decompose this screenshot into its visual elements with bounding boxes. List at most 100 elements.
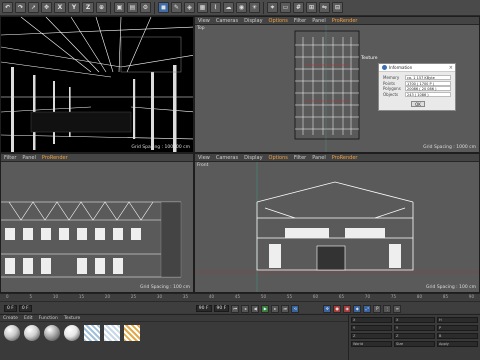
close-icon[interactable]: × bbox=[449, 65, 453, 71]
menu-view[interactable]: View bbox=[198, 18, 210, 24]
menu-filter[interactable]: Filter bbox=[294, 155, 306, 161]
go-to-end-icon[interactable]: ⏭ bbox=[281, 304, 290, 313]
menu-texture[interactable]: Texture bbox=[64, 316, 80, 321]
right-viewport[interactable]: Grid Spacing : 100 cm bbox=[1, 162, 193, 292]
material-swatch[interactable] bbox=[23, 325, 40, 342]
info-key: Polygons bbox=[383, 86, 401, 92]
render-picture-viewer-icon[interactable]: ▤ bbox=[127, 2, 138, 13]
front-viewport[interactable]: Front Grid Spacing : 100 cm bbox=[195, 162, 479, 292]
next-key-icon[interactable]: ▸ bbox=[271, 304, 280, 313]
size-dropdown[interactable]: Size bbox=[394, 341, 435, 347]
move-icon[interactable]: ✥ bbox=[41, 2, 52, 13]
rotation-p-field[interactable]: P bbox=[437, 325, 478, 331]
menu-prorender[interactable]: ProRender bbox=[332, 18, 358, 24]
go-to-start-icon[interactable]: ⏮ bbox=[231, 304, 240, 313]
size-z-field[interactable]: Z bbox=[394, 333, 435, 339]
size-y-field[interactable]: Y bbox=[394, 325, 435, 331]
menu-filter[interactable]: Filter bbox=[4, 155, 16, 161]
undo-icon[interactable]: ↶ bbox=[2, 2, 13, 13]
position-y-field[interactable]: Y bbox=[351, 325, 392, 331]
menu-function[interactable]: Function bbox=[39, 316, 58, 321]
menu-panel[interactable]: Panel bbox=[312, 18, 326, 24]
current-frame-field[interactable]: 0 F bbox=[4, 305, 17, 312]
warehouse-perspective-render bbox=[1, 17, 193, 152]
timeline-tick-label: 45 bbox=[234, 294, 240, 299]
material-swatch[interactable] bbox=[103, 325, 120, 342]
keyframe-selection-icon[interactable]: ◆ bbox=[353, 304, 362, 313]
axis-y-button[interactable]: Y bbox=[68, 2, 80, 13]
position-z-field[interactable]: Z bbox=[351, 333, 392, 339]
material-swatch[interactable] bbox=[3, 325, 20, 342]
parameter-key-icon[interactable]: P bbox=[373, 304, 382, 313]
position-x-field[interactable]: X bbox=[351, 317, 392, 323]
material-swatch[interactable] bbox=[83, 325, 100, 342]
apply-button[interactable]: Apply bbox=[437, 341, 478, 347]
camera-icon[interactable]: ◉ bbox=[236, 2, 247, 13]
start-frame-field[interactable]: 0 F bbox=[18, 305, 32, 312]
menu-options[interactable]: Options bbox=[269, 155, 288, 161]
world-dropdown[interactable]: World bbox=[351, 341, 392, 347]
material-swatch[interactable] bbox=[43, 325, 60, 342]
pen-icon[interactable]: ✎ bbox=[171, 2, 182, 13]
array-icon[interactable]: ▦ bbox=[197, 2, 208, 13]
menu-create[interactable]: Create bbox=[3, 316, 18, 321]
timeline-tick-label: 30 bbox=[156, 294, 162, 299]
subdivision-icon[interactable]: ◈ bbox=[184, 2, 195, 13]
menu-panel[interactable]: Panel bbox=[312, 155, 326, 161]
coord-row: XXH bbox=[351, 317, 478, 323]
menu-cameras[interactable]: Cameras bbox=[216, 155, 238, 161]
menu-options[interactable]: Options bbox=[269, 18, 288, 24]
coordinate-system-icon[interactable]: ⊕ bbox=[96, 2, 107, 13]
render-settings-icon[interactable]: ⚙ bbox=[140, 2, 151, 13]
menu-prorender[interactable]: ProRender bbox=[42, 155, 68, 161]
cube-icon[interactable]: ◼ bbox=[158, 2, 169, 13]
point-level-icon[interactable]: ⋮ bbox=[383, 304, 392, 313]
redo-icon[interactable]: ↷ bbox=[15, 2, 26, 13]
menu-panel[interactable]: Panel bbox=[22, 155, 36, 161]
autokey-icon[interactable]: ◉ bbox=[343, 304, 352, 313]
perspective-viewport[interactable]: Grid Spacing : 100000 cm bbox=[1, 17, 193, 152]
snap-icon[interactable]: ⌖ bbox=[267, 2, 278, 13]
timeline-ruler[interactable]: 0 5 10 15 20 25 30 35 40 45 50 55 60 65 70 75 80 85 90 bbox=[0, 294, 480, 302]
menu-display[interactable]: Display bbox=[244, 18, 262, 24]
play-back-icon[interactable]: ◀ bbox=[251, 304, 260, 313]
environment-icon[interactable]: ☁ bbox=[223, 2, 234, 13]
menu-prorender[interactable]: ProRender bbox=[332, 155, 358, 161]
axis-z-button[interactable]: Z bbox=[82, 2, 94, 13]
end-frame-field[interactable]: 90 F bbox=[195, 305, 212, 312]
ok-button[interactable]: OK bbox=[411, 101, 425, 107]
mirror-icon[interactable]: ⇋ bbox=[319, 2, 330, 13]
layout-icon[interactable]: ⊟ bbox=[332, 2, 343, 13]
frame-field[interactable]: 90 F bbox=[213, 305, 230, 312]
scale-key-icon[interactable]: ⤢ bbox=[363, 304, 372, 313]
size-x-field[interactable]: X bbox=[394, 317, 435, 323]
menu-filter[interactable]: Filter bbox=[294, 18, 306, 24]
timeline-menu-icon[interactable]: ≡ bbox=[393, 304, 402, 313]
rotation-h-field[interactable]: H bbox=[437, 317, 478, 323]
select-icon[interactable]: ➚ bbox=[28, 2, 39, 13]
menu-view[interactable]: View bbox=[198, 155, 210, 161]
material-swatch[interactable] bbox=[123, 325, 140, 342]
locked-workplane-icon[interactable]: ⊞ bbox=[306, 2, 317, 13]
workplane-icon[interactable]: ▭ bbox=[280, 2, 291, 13]
timeline-tick-label: 20 bbox=[104, 294, 110, 299]
info-row: Memory ca. 1 157 KByte bbox=[379, 75, 455, 81]
previous-key-icon[interactable]: ◂ bbox=[241, 304, 250, 313]
menu-display[interactable]: Display bbox=[244, 155, 262, 161]
loop-icon[interactable]: ⟲ bbox=[291, 304, 300, 313]
timeline: 0 5 10 15 20 25 30 35 40 45 50 55 60 65 70 75 80 85 90 0 F… bbox=[0, 293, 480, 313]
record-icon[interactable]: ● bbox=[333, 304, 342, 313]
deformer-icon[interactable]: ⌇ bbox=[210, 2, 221, 13]
light-icon[interactable]: ☀ bbox=[249, 2, 260, 13]
rotation-b-field[interactable]: B bbox=[437, 333, 478, 339]
menu-cameras[interactable]: Cameras bbox=[216, 18, 238, 24]
key-move-icon[interactable]: ✥ bbox=[323, 304, 332, 313]
play-icon[interactable]: ▶ bbox=[261, 304, 270, 313]
menu-edit[interactable]: Edit bbox=[24, 316, 33, 321]
axis-x-button[interactable]: X bbox=[54, 2, 66, 13]
material-swatch[interactable] bbox=[63, 325, 80, 342]
info-row: Polygons 20086 ( 20 086 ) bbox=[379, 86, 455, 92]
grid-icon[interactable]: # bbox=[293, 2, 304, 13]
render-view-icon[interactable]: ▣ bbox=[114, 2, 125, 13]
material-preview bbox=[83, 325, 100, 341]
